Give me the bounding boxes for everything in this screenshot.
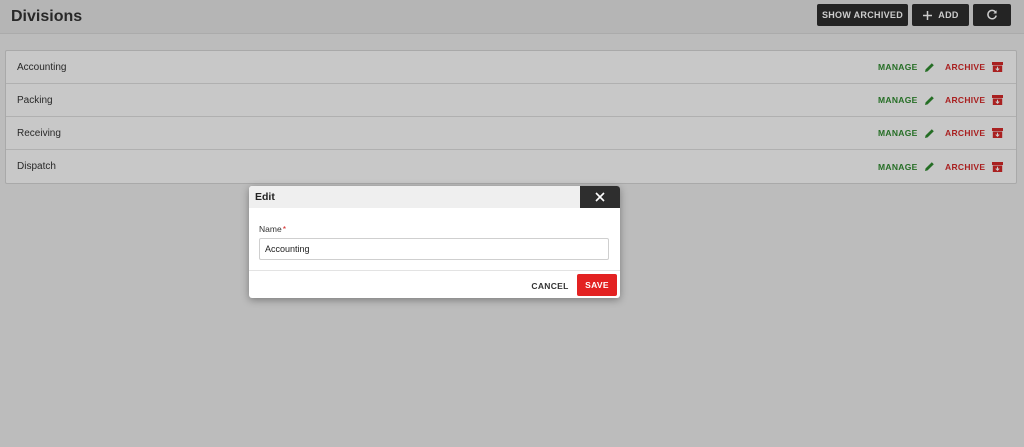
cancel-label: CANCEL <box>531 280 569 291</box>
close-icon <box>595 192 605 202</box>
close-button[interactable] <box>580 186 620 208</box>
save-button[interactable]: SAVE <box>577 274 617 296</box>
dialog-title: Edit <box>255 191 275 203</box>
cancel-button[interactable]: CANCEL <box>529 275 571 296</box>
name-field-label: Name* <box>259 224 286 234</box>
dialog-header: Edit <box>249 186 620 208</box>
save-label: SAVE <box>585 280 609 290</box>
required-marker: * <box>282 224 286 234</box>
dialog-divider <box>249 270 620 271</box>
edit-dialog: Edit Name* CANCEL SAVE <box>249 186 620 298</box>
name-input[interactable] <box>259 238 609 260</box>
name-label-text: Name <box>259 224 282 234</box>
